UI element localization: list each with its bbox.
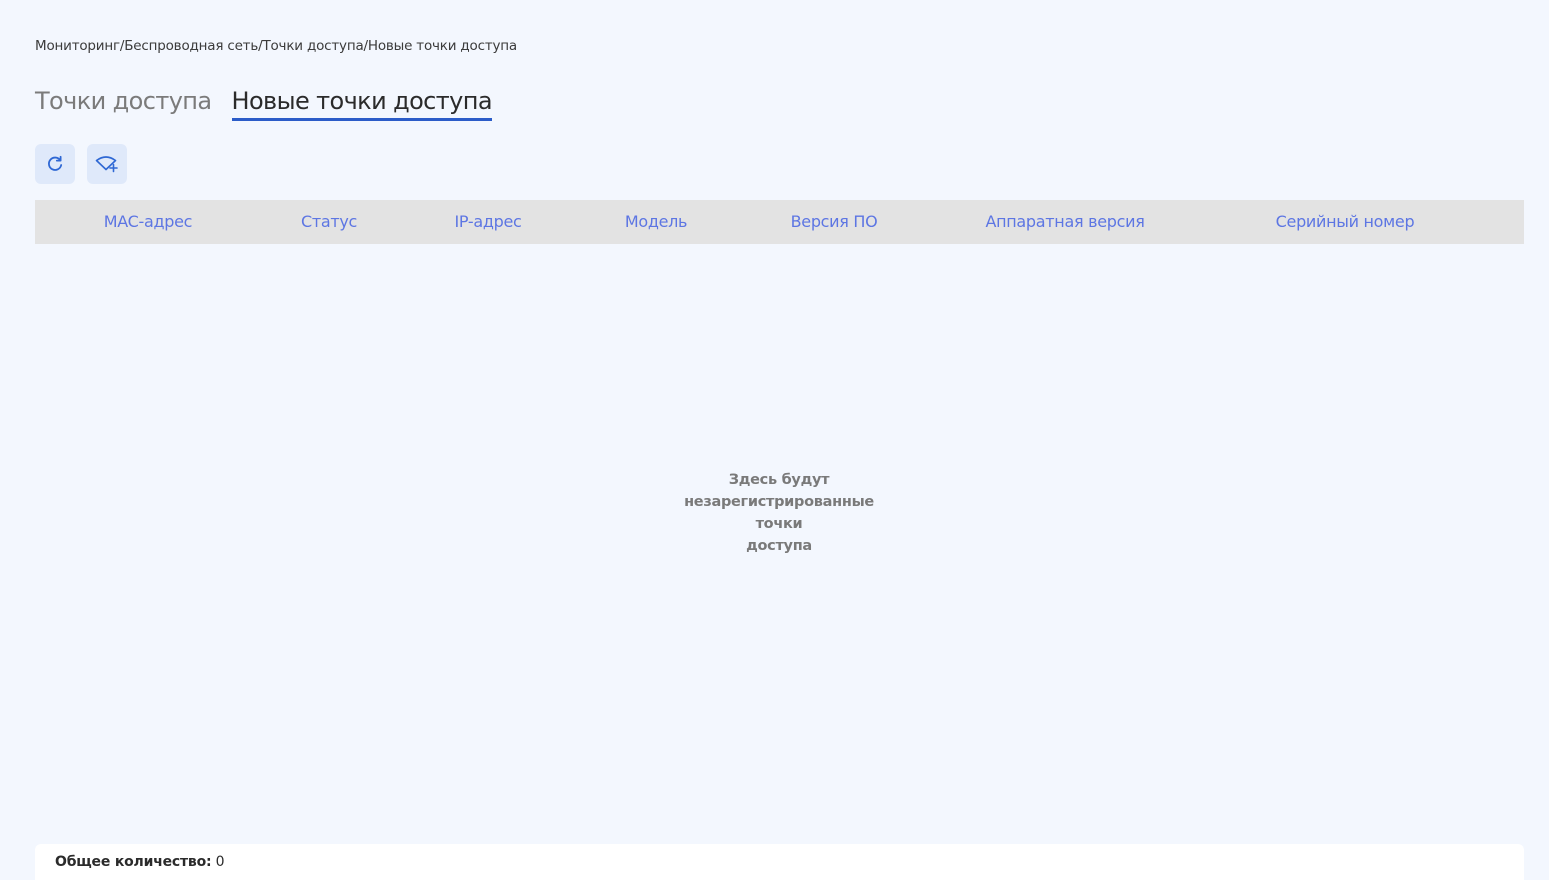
column-header-model[interactable]: Модель [625,200,688,244]
column-header-firmware[interactable]: Версия ПО [791,200,878,244]
empty-state-line: доступа [746,538,812,554]
table-header: MAC-адрес Статус IP-адрес Модель Версия … [35,200,1524,244]
total-count: Общее количество: 0 [55,854,225,870]
add-access-point-icon [95,156,118,173]
add-access-point-button[interactable] [87,144,127,184]
breadcrumb: Мониторинг/Беспроводная сеть/Точки досту… [35,38,517,54]
total-count-value: 0 [215,854,225,870]
column-header-serial[interactable]: Серийный номер [1276,200,1415,244]
empty-state-message: Здесь будут незарегистрированные точки д… [664,469,894,557]
refresh-icon [48,155,63,171]
tab-new-access-points[interactable]: Новые точки доступа [231,84,493,121]
empty-state-line: Здесь будут [728,472,830,488]
empty-state-line: незарегистрированные точки [684,494,874,532]
tab-bar: Точки доступа Новые точки доступа [35,84,493,124]
table-footer: Общее количество: 0 [35,844,1524,880]
total-count-label: Общее количество: [55,854,212,870]
tab-access-points[interactable]: Точки доступа [35,84,212,118]
column-header-hardware[interactable]: Аппаратная версия [985,200,1144,244]
column-header-ip[interactable]: IP-адрес [454,200,521,244]
column-header-mac[interactable]: MAC-адрес [104,200,193,244]
refresh-button[interactable] [35,144,75,184]
toolbar [35,144,127,184]
page: Мониторинг/Беспроводная сеть/Точки досту… [0,0,1549,880]
column-header-status[interactable]: Статус [301,200,357,244]
